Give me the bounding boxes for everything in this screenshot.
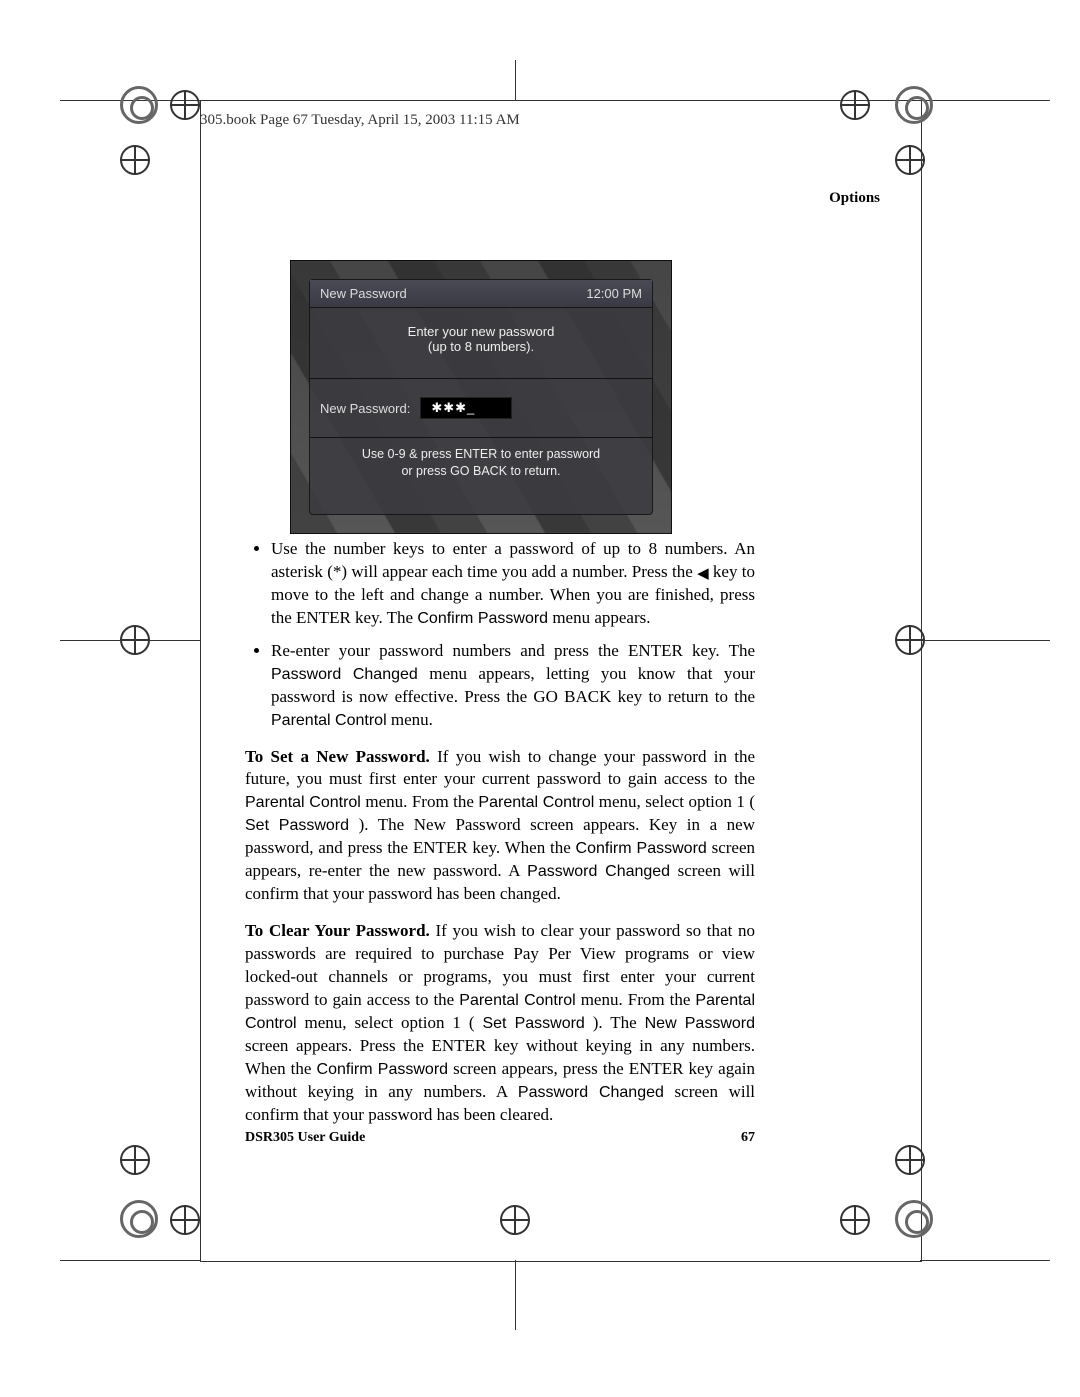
menu-name: Confirm Password [417, 610, 548, 627]
osd-hint-line: or press GO BACK to return. [316, 463, 646, 480]
registration-mark-icon [170, 90, 200, 120]
menu-name: Parental Control [245, 794, 361, 811]
osd-message-line: (up to 8 numbers). [318, 339, 644, 354]
crop-line [515, 60, 516, 100]
osd-hint: Use 0-9 & press ENTER to enter password … [310, 438, 652, 490]
bullet-list: Use the number keys to enter a password … [245, 538, 755, 732]
text-run: menu, select option 1 ( [599, 792, 755, 811]
crop-line [920, 640, 1050, 641]
text-run: menu. [391, 710, 433, 729]
text-run: ). The [593, 1013, 645, 1032]
osd-field-label: New Password: [320, 401, 410, 416]
osd-title-bar: New Password 12:00 PM [310, 280, 652, 308]
crop-line [920, 100, 1050, 101]
registration-mark-icon [120, 1145, 150, 1175]
page: 305.book Page 67 Tuesday, April 15, 2003… [0, 0, 1080, 1397]
osd-title: New Password [320, 286, 407, 301]
footer-page-number: 67 [741, 1130, 755, 1146]
crop-line [60, 1260, 200, 1261]
page-footer: DSR305 User Guide 67 [245, 1130, 755, 1146]
osd-message: Enter your new password (up to 8 numbers… [310, 308, 652, 379]
registration-mark-icon [120, 625, 150, 655]
registration-mark-icon [895, 625, 925, 655]
crop-line [515, 1260, 516, 1330]
list-item: Use the number keys to enter a password … [271, 538, 755, 630]
text-run: menu appears. [552, 608, 650, 627]
para-lead: To Set a New Password. [245, 747, 430, 766]
osd-hint-line: Use 0-9 & press ENTER to enter password [316, 446, 646, 463]
text-run: menu. From the [581, 990, 696, 1009]
text-run: menu, select option 1 ( [305, 1013, 475, 1032]
registration-mark-icon [840, 90, 870, 120]
menu-name: Confirm Password [317, 1061, 449, 1078]
running-head: Options [829, 190, 880, 207]
text-run: Use the number keys to enter a password … [271, 539, 755, 581]
menu-name: Password Changed [518, 1084, 664, 1101]
menu-name: New Password [645, 1015, 755, 1032]
menu-name: Confirm Password [576, 840, 707, 857]
registration-mark-icon [170, 1205, 200, 1235]
registration-mark-icon [500, 1205, 530, 1235]
text-run: Re-enter your password numbers and press… [271, 641, 755, 660]
osd-message-line: Enter your new password [318, 324, 644, 339]
paragraph-clear-password: To Clear Your Password. If you wish to c… [245, 920, 755, 1126]
menu-name: Password Changed [527, 863, 670, 880]
menu-name: Parental Control [459, 992, 575, 1009]
crop-line [920, 1260, 1050, 1261]
registration-mark-icon [895, 145, 925, 175]
osd-panel: New Password 12:00 PM Enter your new pas… [309, 279, 653, 515]
text-run: menu. From the [365, 792, 478, 811]
osd-input-row: New Password: ✱✱✱_ [310, 379, 652, 438]
registration-mark-icon [120, 145, 150, 175]
registration-mark-icon [895, 1145, 925, 1175]
menu-name: Set Password [482, 1015, 584, 1032]
body-text: Use the number keys to enter a password … [245, 538, 755, 1141]
imprint-line: 305.book Page 67 Tuesday, April 15, 2003… [200, 112, 520, 129]
paragraph-set-password: To Set a New Password. If you wish to ch… [245, 746, 755, 907]
tv-screenshot: New Password 12:00 PM Enter your new pas… [290, 260, 672, 534]
left-arrow-icon: ◀ [697, 564, 709, 584]
menu-name: Parental Control [478, 794, 594, 811]
para-lead: To Clear Your Password. [245, 921, 430, 940]
list-item: Re-enter your password numbers and press… [271, 640, 755, 732]
footer-title: DSR305 User Guide [245, 1130, 365, 1146]
menu-name: Set Password [245, 817, 349, 834]
osd-password-field[interactable]: ✱✱✱_ [420, 397, 512, 419]
menu-name: Parental Control [271, 712, 387, 729]
registration-mark-icon [840, 1205, 870, 1235]
osd-clock: 12:00 PM [586, 286, 642, 301]
menu-name: Password Changed [271, 666, 418, 683]
